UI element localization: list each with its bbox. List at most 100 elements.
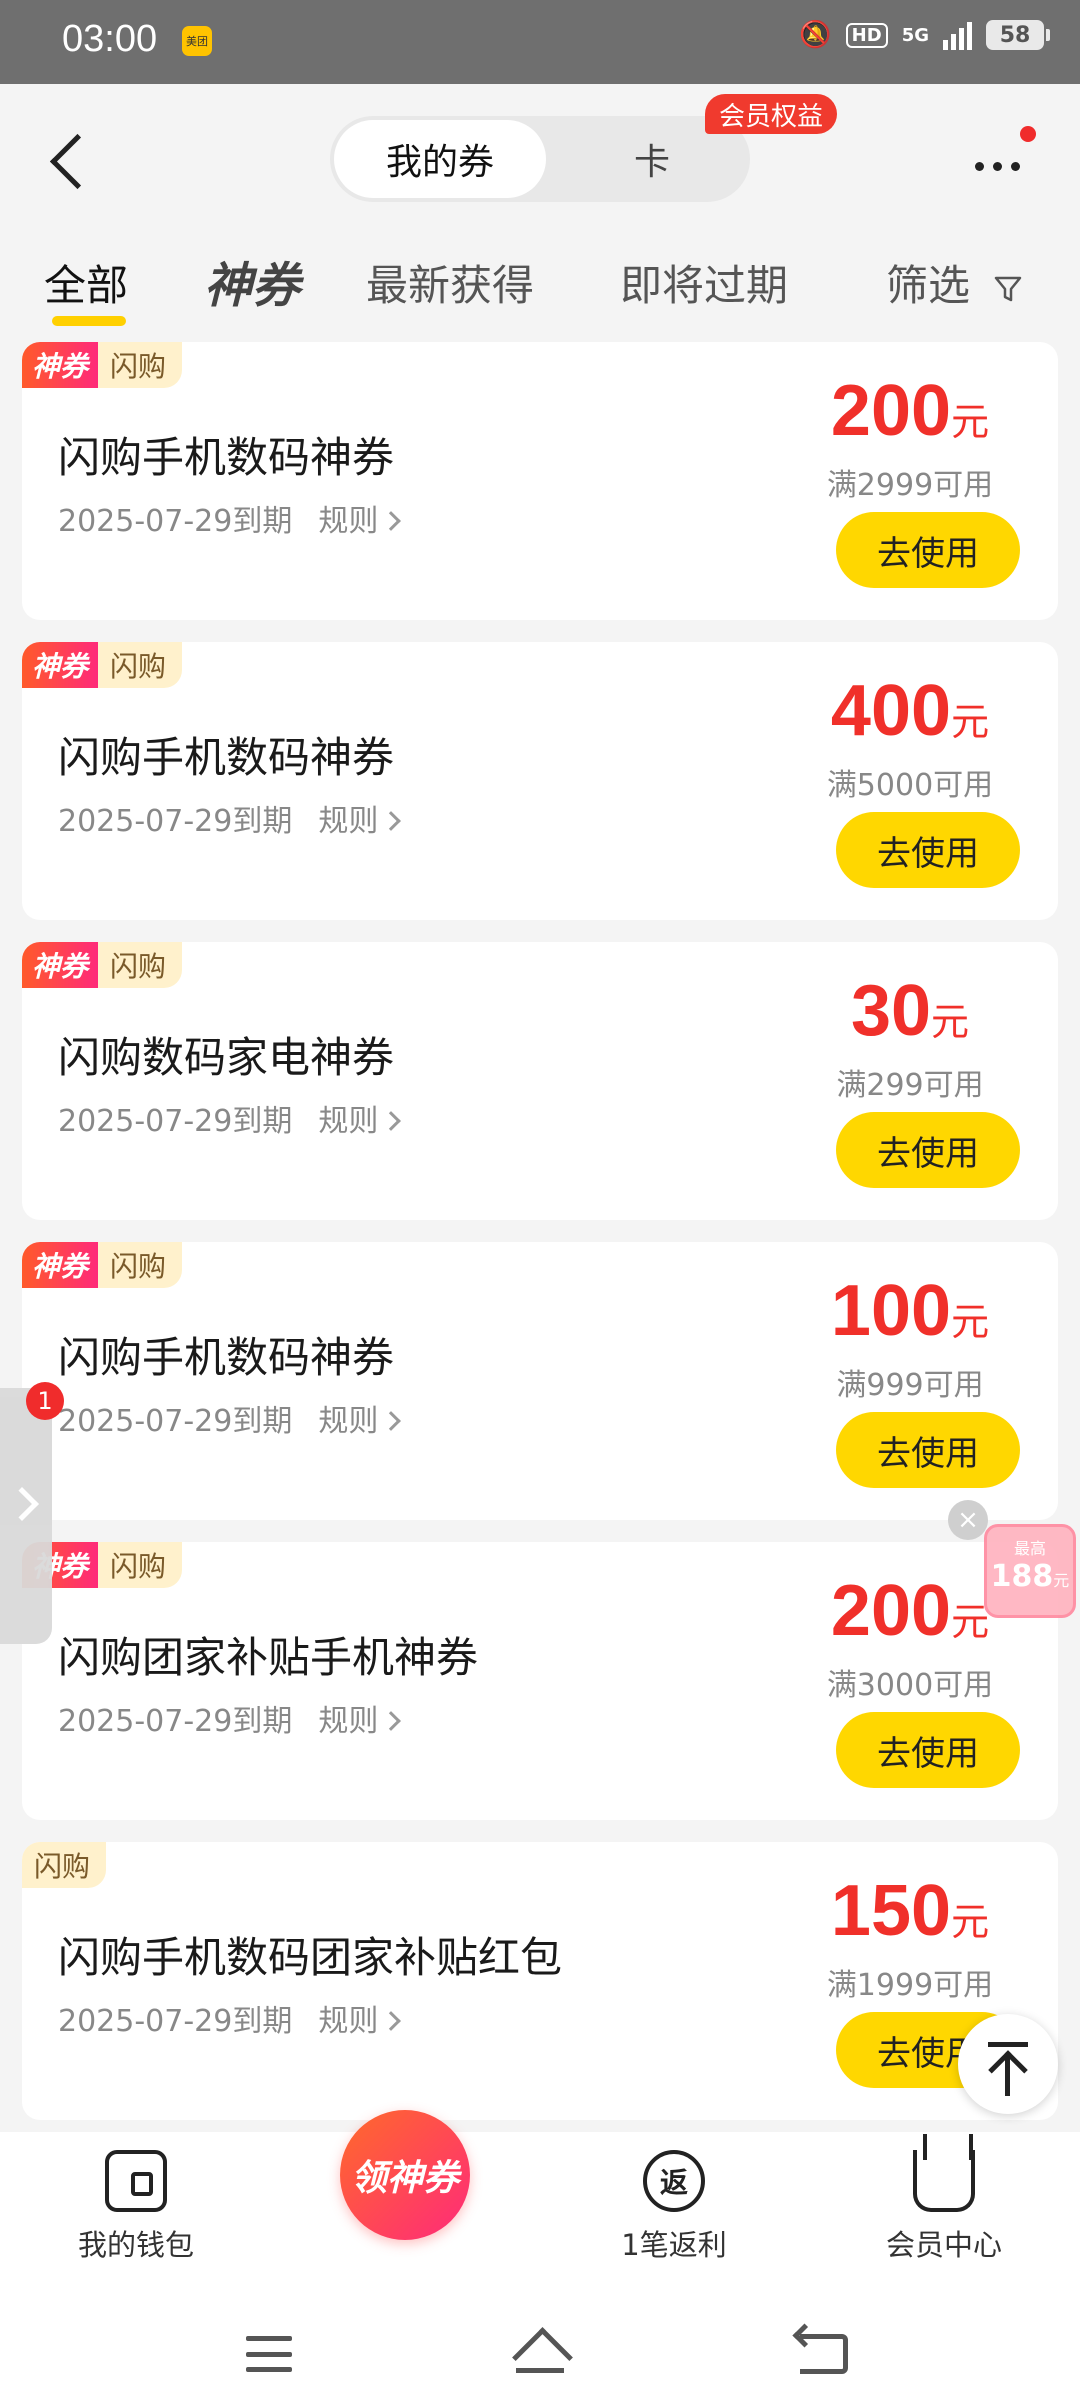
filter-tab-all[interactable]: 全部 (44, 252, 128, 313)
tab-rebate[interactable]: 返 1笔返利 (574, 2150, 774, 2264)
coupon-condition: 满1999可用 (826, 1968, 994, 2003)
use-coupon-button[interactable]: 去使用 (836, 512, 1020, 588)
promo-unit: 元 (1053, 1571, 1070, 1590)
amount-unit: 元 (951, 700, 990, 744)
amount-unit: 元 (951, 1300, 990, 1344)
coupon-expiry: 2025-07-29到期 (58, 804, 293, 839)
amount-unit: 元 (951, 400, 990, 444)
rules-label: 规则 (318, 2004, 379, 2039)
promo-amount: 188 (990, 1559, 1054, 1594)
use-coupon-button[interactable]: 去使用 (836, 1112, 1020, 1188)
filter-button[interactable]: 筛选 (886, 252, 1023, 313)
rules-label: 规则 (318, 1704, 379, 1739)
coupon-amount: 100元 (800, 1270, 1020, 1352)
amount-value: 200 (830, 1571, 952, 1651)
chevron-right-icon (381, 1410, 402, 1431)
amount-value: 400 (830, 671, 952, 751)
coupon-amount: 150元 (800, 1870, 1020, 1952)
coupon-expiry: 2025-07-29到期 (58, 1704, 293, 1739)
shen-quan-tag: 神券 (22, 642, 99, 688)
status-time: 03:00 (62, 18, 158, 60)
member-benefits-badge[interactable]: 会员权益 (705, 94, 838, 134)
red-packet-icon[interactable]: 最高 188元 (984, 1524, 1076, 1618)
side-notification-badge: 1 (26, 1382, 64, 1420)
filter-tab-newest[interactable]: 最新获得 (366, 252, 534, 313)
flash-sale-tag: 闪购 (98, 1542, 183, 1588)
filter-tab-shen[interactable]: 神券 (204, 246, 300, 316)
status-icons: 🔕 HD 5G 58 (799, 20, 1050, 50)
menu-icon[interactable] (246, 2336, 292, 2372)
use-coupon-button[interactable]: 去使用 (836, 812, 1020, 888)
rules-label: 规则 (318, 804, 379, 839)
tab-wallet[interactable]: 我的钱包 (36, 2150, 236, 2264)
amount-value: 30 (850, 971, 932, 1051)
rules-link[interactable]: 规则 (318, 2004, 402, 2039)
coupon-amount: 30元 (800, 970, 1020, 1052)
back-icon[interactable] (800, 2334, 848, 2374)
segment-control: 我的券 卡 (330, 116, 750, 202)
use-coupon-button[interactable]: 去使用 (836, 1412, 1020, 1488)
filter-tabs: 全部 神券 最新获得 即将过期 筛选 (0, 224, 1080, 342)
coupon-list: 神券 闪购 闪购手机数码神券 2025-07-29到期 规则 200元 满2999… (22, 342, 1058, 2142)
battery-icon: 58 (986, 20, 1050, 50)
shen-quan-tag: 神券 (22, 342, 99, 388)
rules-label: 规则 (318, 504, 379, 539)
amount-value: 200 (830, 371, 952, 451)
coupon-condition: 满299可用 (836, 1068, 984, 1103)
page-header: 我的券 卡 会员权益 (0, 84, 1080, 224)
home-icon[interactable] (512, 2332, 568, 2378)
tab-member-center[interactable]: 会员中心 (844, 2150, 1044, 2264)
meituan-app-icon: 美团 (182, 26, 212, 56)
coupon-expiry: 2025-07-29到期 (58, 1404, 293, 1439)
chevron-right-icon (381, 510, 402, 531)
tab-rebate-label: 1笔返利 (621, 2228, 727, 2262)
filter-label: 筛选 (886, 261, 971, 310)
back-arrow-icon[interactable] (44, 126, 94, 196)
wallet-icon (105, 2150, 167, 2212)
promo-top-label: 最高 (1013, 1539, 1046, 1558)
floating-promo[interactable]: × 最高 188元 (948, 1500, 1080, 1650)
chevron-right-icon (381, 2010, 402, 2031)
rules-label: 规则 (318, 1104, 379, 1139)
bottom-tab-bar: 我的钱包 领神券 返 1笔返利 会员中心 (0, 2110, 1080, 2292)
filter-tab-expiring[interactable]: 即将过期 (620, 252, 788, 313)
notification-dot (1020, 126, 1036, 142)
network-type: 5G (901, 24, 929, 46)
chevron-right-icon (5, 1487, 39, 1521)
rules-link[interactable]: 规则 (318, 504, 402, 539)
use-coupon-button[interactable]: 去使用 (836, 1712, 1020, 1788)
shen-quan-tag: 神券 (22, 942, 99, 988)
rules-link[interactable]: 规则 (318, 1704, 402, 1739)
amount-value: 100 (830, 1271, 952, 1351)
amount-value: 150 (830, 1871, 952, 1951)
rules-link[interactable]: 规则 (318, 804, 402, 839)
coupon-expiry: 2025-07-29到期 (58, 2004, 293, 2039)
rebate-icon: 返 (643, 2150, 705, 2212)
coupon-title: 闪购手机数码团家补贴红包 (58, 1933, 563, 1982)
side-drawer-handle[interactable] (0, 1388, 52, 1644)
coupon-title: 闪购团家补贴手机神券 (58, 1633, 479, 1682)
crown-icon (913, 2150, 975, 2212)
coupon-card: 神券 闪购 闪购数码家电神券 2025-07-29到期 规则 30元 满299可用… (22, 942, 1058, 1220)
tab-my-coupons[interactable]: 我的券 (334, 120, 546, 198)
get-coupons-button[interactable]: 领神券 (340, 2110, 470, 2240)
mute-bell-icon: 🔕 (799, 20, 832, 50)
coupon-card: 神券 闪购 闪购手机数码神券 2025-07-29到期 规则 100元 满999可… (22, 1242, 1058, 1520)
tab-member-label: 会员中心 (885, 2228, 1002, 2262)
rules-link[interactable]: 规则 (318, 1104, 402, 1139)
more-options-icon[interactable] (975, 154, 1031, 178)
coupon-condition: 满5000可用 (826, 768, 994, 803)
coupon-amount: 200元 (800, 370, 1020, 452)
shen-quan-tag: 神券 (22, 1242, 99, 1288)
coupon-title: 闪购手机数码神券 (58, 733, 395, 782)
close-icon[interactable]: × (948, 1500, 988, 1540)
coupon-condition: 满2999可用 (826, 468, 994, 503)
flash-sale-tag: 闪购 (98, 342, 183, 388)
back-to-top-button[interactable] (958, 2014, 1058, 2114)
coupon-title: 闪购手机数码神券 (58, 433, 395, 482)
flash-sale-tag: 闪购 (98, 942, 183, 988)
system-nav-bar (0, 2292, 1080, 2408)
coupon-amount: 400元 (800, 670, 1020, 752)
rules-link[interactable]: 规则 (318, 1404, 402, 1439)
flash-sale-tag: 闪购 (98, 1242, 183, 1288)
